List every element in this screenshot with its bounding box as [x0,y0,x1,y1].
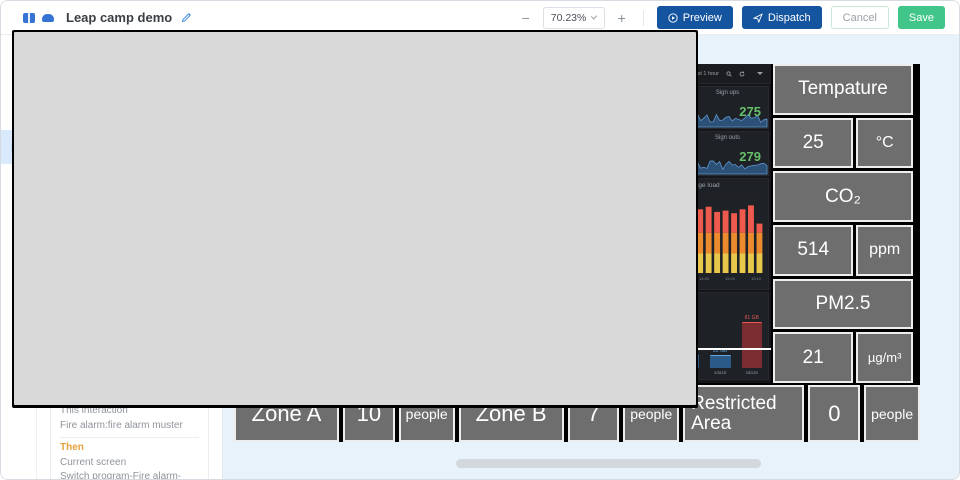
save-button[interactable]: Save [898,6,945,29]
disk-bar: 81 GB sda16 [742,299,763,375]
sensor-widgets-column: Tempature 25 °C CO₂ 514 ppm PM2.5 21 µg/… [773,64,913,383]
card-divider [60,437,199,438]
when-line: Fire alarm:fire alarm muster [60,420,199,433]
cancel-button[interactable]: Cancel [831,6,889,29]
refresh-icon [739,71,745,77]
panel-sign-ups: Sign ups 275 [686,86,769,129]
disk-bar-label: sda15 [714,370,726,375]
disk-bar-rect [742,322,763,369]
dispatch-button[interactable]: Dispatch [742,6,822,29]
then-line: Switch program-Fire alarm-mu... [60,471,199,479]
disk-bar-rect [710,355,731,368]
zoom-level-value: 70.23% [551,12,587,24]
svg-text:15:00: 15:00 [725,276,736,281]
disk-bar-label: sda16 [746,370,758,375]
window-icon [23,13,35,23]
svg-text:15:10: 15:10 [751,276,762,281]
project-title: Leap camp demo [66,10,172,25]
zoom-out-button[interactable]: − [518,10,534,26]
pm25-label-widget[interactable]: PM2.5 [773,279,913,330]
send-icon [753,13,763,23]
panel-sign-outs: Sign outs 279 [686,131,769,176]
co2-label-widget[interactable]: CO₂ [773,171,913,222]
restricted-area-unit-widget[interactable]: people [864,385,920,442]
caret-down-icon [757,72,763,75]
temperature-label-widget[interactable]: Tempature [773,64,913,115]
restricted-area-count-widget[interactable]: 0 [808,385,860,442]
chevron-down-icon [591,13,598,20]
screen-icon [12,30,698,408]
svg-text:14:50: 14:50 [699,276,710,281]
cloud-icon [42,14,54,22]
then-label: Then [60,442,199,455]
edit-title-icon[interactable] [181,12,192,23]
sign-outs-value: 279 [739,149,761,164]
disk-bar: 22 GBsda15 [710,299,731,375]
co2-unit-widget[interactable]: ppm [856,225,913,276]
pm25-unit-widget[interactable]: µg/m³ [856,332,913,383]
app-logo-icons [23,13,54,23]
restricted-area-label-widget[interactable]: Restricted Area [683,385,804,442]
zoom-level-select[interactable]: 70.23% [543,7,605,29]
temperature-unit-widget[interactable]: °C [856,118,913,169]
zoom-in-button[interactable]: + [614,10,630,26]
disk-bar-value: 81 GB [745,315,759,321]
search-icon [726,71,732,77]
top-toolbar: Leap camp demo − 70.23% + Preview Dispat… [1,1,959,35]
play-circle-icon [668,13,678,23]
co2-value-widget[interactable]: 514 [773,225,853,276]
preview-button[interactable]: Preview [657,6,733,29]
horizontal-scrollbar[interactable] [456,459,761,468]
app-window: Leap camp demo − 70.23% + Preview Dispat… [0,0,960,480]
temperature-value-widget[interactable]: 25 [773,118,853,169]
toolbar-divider [643,10,644,26]
pm25-value-widget[interactable]: 21 [773,332,853,383]
sign-ups-value: 275 [739,104,761,119]
then-line: Current screen [60,457,199,470]
